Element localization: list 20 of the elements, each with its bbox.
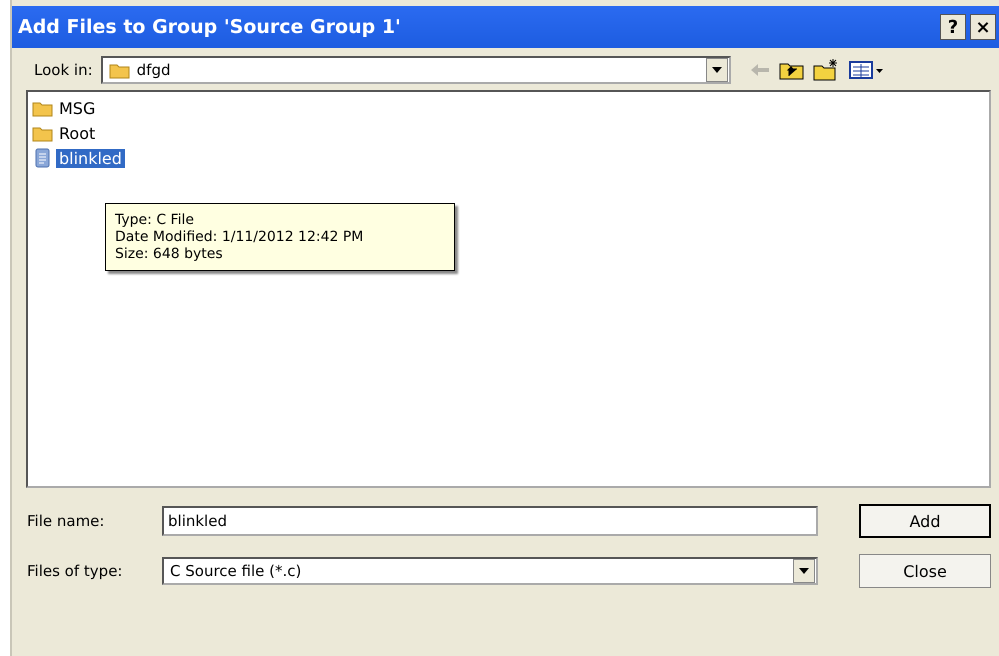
caret-icon (799, 568, 809, 574)
view-menu-icon[interactable] (848, 60, 885, 80)
file-item[interactable]: blinkled (56, 148, 125, 168)
caret-icon (712, 67, 722, 73)
file-item[interactable]: Root (56, 124, 98, 142)
file-name-label: File name: (27, 512, 106, 530)
look-in-label: Look in: (34, 61, 93, 79)
tooltip-line: Size: 648 bytes (115, 246, 224, 262)
help-button[interactable]: ? (940, 14, 966, 40)
close-button[interactable]: × (970, 14, 996, 40)
file-type-dropdown[interactable]: C Source file (*.c) (162, 557, 818, 585)
window-title: Add Files to Group 'Source Group 1' (18, 16, 402, 38)
tooltip-line: Type: C File (115, 212, 195, 228)
tooltip-line: Date Modified: 1/11/2012 12:42 PM (115, 229, 364, 245)
file-name-field[interactable]: blinkled (162, 506, 818, 536)
add-button[interactable]: Add (859, 504, 991, 538)
close-button[interactable]: Close (859, 554, 991, 588)
file-type-label: Files of type: (27, 562, 124, 580)
file-item[interactable]: MSG (56, 98, 98, 118)
look-in-dropdown[interactable]: dfgd (100, 56, 731, 84)
